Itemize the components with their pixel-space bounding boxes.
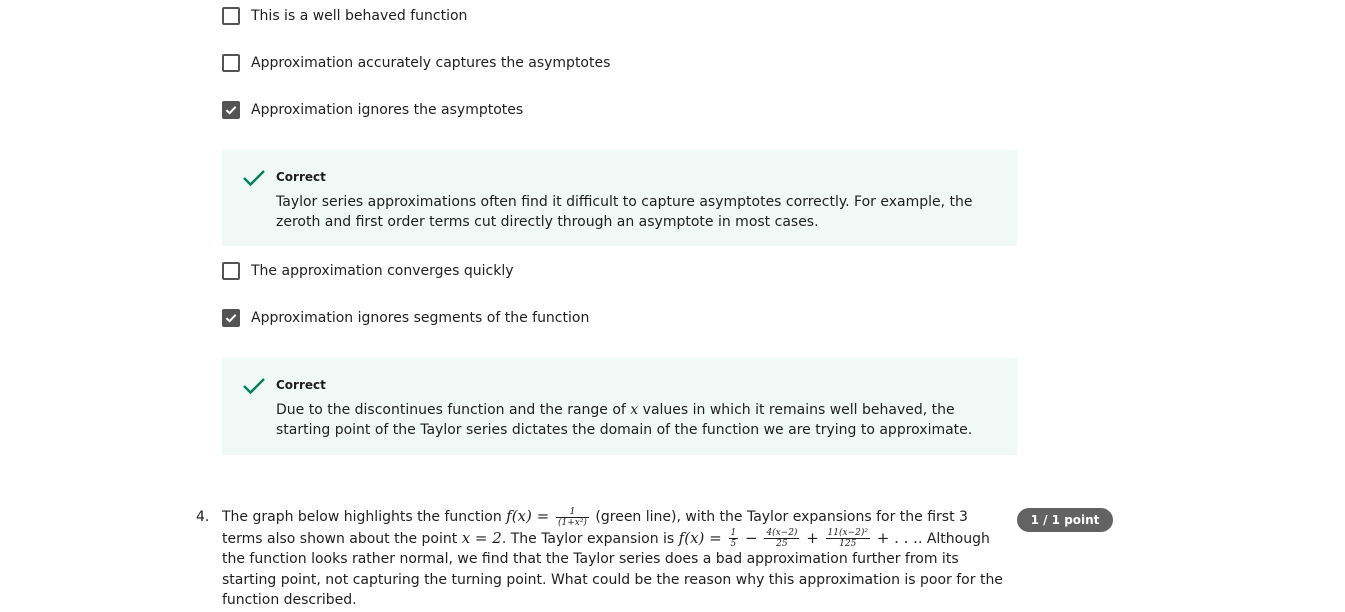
feedback-correct: Correct Taylor series approximations oft…	[222, 150, 1017, 246]
check-icon	[242, 376, 266, 400]
math-point: x = 2	[461, 528, 502, 547]
math-function: f(x) =	[506, 507, 554, 525]
fraction-denominator: 25	[776, 539, 788, 549]
option-label: Approximation ignores segments of the fu…	[251, 310, 590, 326]
math-fraction: 4(x−2) 25	[764, 528, 800, 549]
check-icon	[242, 168, 266, 192]
option-label: Approximation accurately captures the as…	[251, 55, 611, 71]
checkbox[interactable]	[222, 7, 240, 25]
feedback-body: Taylor series approximations often find …	[276, 194, 973, 230]
question-number: 4.	[196, 509, 210, 525]
checkbox[interactable]	[222, 54, 240, 72]
feedback-body: Due to the discontinues function and the…	[276, 400, 1006, 440]
fraction-numerator: 11(x−2)²	[825, 528, 870, 539]
question-text: The graph below highlights the function …	[222, 506, 1012, 611]
fraction-numerator: 1	[728, 528, 739, 539]
fraction-numerator: 1	[555, 507, 589, 518]
option-label: This is a well behaved function	[251, 8, 468, 24]
question-text-part: The graph below highlights the function	[222, 509, 507, 525]
math-expansion-lhs: f(x) =	[678, 528, 727, 547]
fraction-denominator: 125	[839, 539, 857, 549]
math-operator: + . . .	[871, 528, 918, 547]
math-fraction: 15	[728, 528, 739, 549]
fraction-numerator: 4(x−2)	[764, 528, 800, 539]
option-ignores-asymptotes[interactable]: Approximation ignores the asymptotes	[222, 100, 523, 120]
checkbox[interactable]	[222, 262, 240, 280]
fraction-denominator: (1+x²)	[557, 517, 587, 528]
feedback-correct: Correct Due to the discontinues function…	[222, 358, 1017, 455]
option-label: The approximation converges quickly	[251, 263, 514, 279]
option-converges-quickly[interactable]: The approximation converges quickly	[222, 261, 514, 281]
checkbox-checked[interactable]	[222, 101, 240, 119]
option-label: Approximation ignores the asymptotes	[251, 102, 524, 118]
option-captures-asymptotes[interactable]: Approximation accurately captures the as…	[222, 53, 610, 73]
feedback-title: Correct	[276, 170, 326, 184]
math-operator: −	[740, 528, 763, 547]
fraction-denominator: 5	[730, 539, 737, 549]
feedback-title: Correct	[276, 378, 326, 392]
question-text-part: . The Taylor expansion is	[501, 530, 679, 547]
checkmark-icon	[225, 314, 237, 323]
math-fraction: 11(x−2)² 125	[825, 528, 870, 549]
feedback-body-text: Due to the discontinues function and the…	[276, 402, 631, 418]
checkmark-icon	[225, 106, 237, 115]
quiz-page: This is a well behaved function Approxim…	[0, 0, 1345, 612]
math-operator: +	[801, 528, 824, 547]
option-well-behaved[interactable]: This is a well behaved function	[222, 6, 467, 26]
checkbox-checked[interactable]	[222, 309, 240, 327]
math-fraction: 1 (1+x²)	[555, 507, 589, 528]
points-badge: 1 / 1 point	[1017, 508, 1113, 532]
option-ignores-segments[interactable]: Approximation ignores segments of the fu…	[222, 308, 589, 328]
